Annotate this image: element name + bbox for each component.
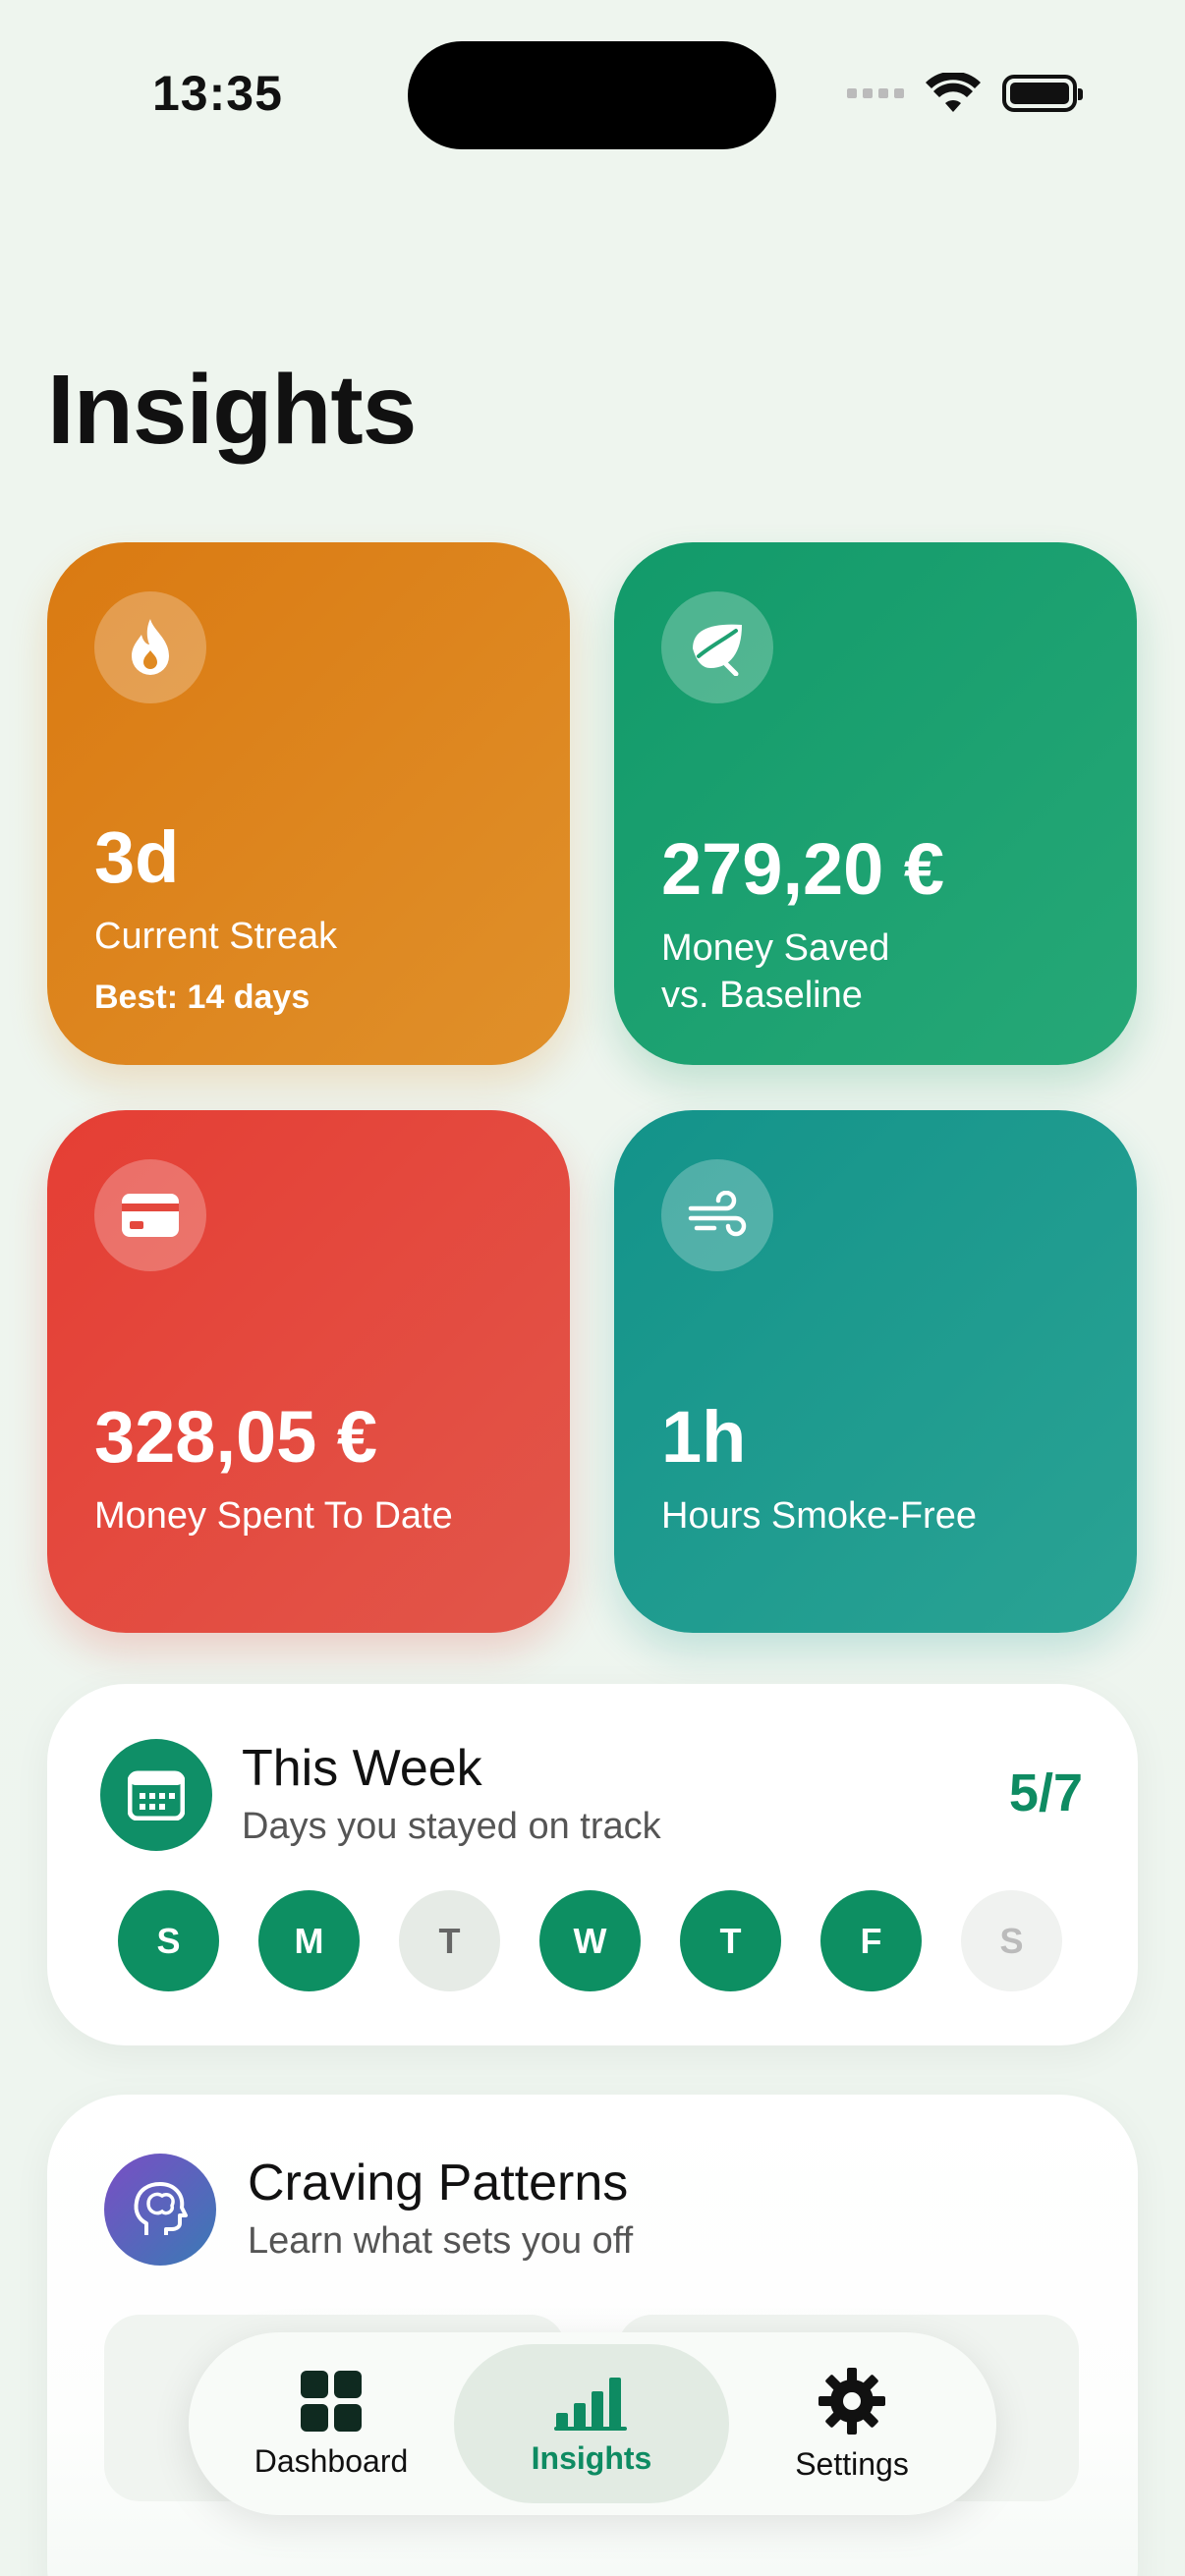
bar-chart-icon — [554, 2377, 627, 2431]
tab-settings-label: Settings — [795, 2445, 909, 2482]
page-title: Insights — [47, 355, 417, 465]
brain-head-icon — [104, 2154, 216, 2266]
tab-insights[interactable]: Insights — [454, 2344, 729, 2503]
day-indicator: S — [118, 1890, 219, 1991]
day-indicator: T — [399, 1890, 500, 1991]
calendar-icon — [100, 1739, 212, 1851]
streak-best: Best: 14 days — [94, 979, 310, 1016]
money-saved-value: 279,20 € — [661, 828, 945, 910]
streak-card[interactable]: 3d Current Streak Best: 14 days — [47, 542, 570, 1065]
this-week-title: This Week — [242, 1740, 482, 1797]
credit-card-icon — [94, 1159, 206, 1271]
wifi-icon — [926, 73, 981, 112]
money-spent-card[interactable]: 328,05 € Money Spent To Date — [47, 1110, 570, 1633]
leaf-icon — [661, 591, 773, 703]
this-week-panel[interactable]: This Week Days you stayed on track 5/7 S… — [47, 1684, 1138, 2045]
tab-dashboard[interactable]: Dashboard — [208, 2344, 454, 2503]
money-saved-baseline: vs. Baseline — [661, 975, 863, 1016]
tab-bar: Dashboard Insights Settings — [189, 2332, 996, 2515]
week-count: 5/7 — [1008, 1764, 1083, 1822]
gear-icon — [818, 2367, 885, 2435]
day-indicator: F — [820, 1890, 922, 1991]
hours-value: 1h — [661, 1396, 747, 1478]
tab-dashboard-label: Dashboard — [254, 2442, 409, 2479]
tab-settings[interactable]: Settings — [729, 2344, 975, 2503]
week-days: S M T W T F S — [118, 1890, 1062, 1991]
money-saved-label: Money Saved — [661, 927, 890, 969]
day-indicator: M — [258, 1890, 360, 1991]
screen: 13:35 Insights 3d Current Streak Best: 1… — [0, 0, 1185, 2576]
money-spent-value: 328,05 € — [94, 1396, 378, 1478]
day-indicator: S — [961, 1890, 1062, 1991]
tab-insights-label: Insights — [531, 2439, 652, 2476]
day-indicator: T — [680, 1890, 781, 1991]
money-spent-label: Money Spent To Date — [94, 1495, 453, 1537]
hours-smoke-free-card[interactable]: 1h Hours Smoke-Free — [614, 1110, 1137, 1633]
status-indicators — [847, 69, 1083, 118]
dashboard-grid-icon — [301, 2370, 362, 2432]
streak-label: Current Streak — [94, 916, 338, 957]
day-indicator: W — [539, 1890, 641, 1991]
cellular-signal-icon — [847, 88, 904, 98]
craving-patterns-subtitle: Learn what sets you off — [248, 2220, 634, 2262]
flame-icon — [94, 591, 206, 703]
this-week-subtitle: Days you stayed on track — [242, 1806, 661, 1847]
hours-label: Hours Smoke-Free — [661, 1495, 977, 1537]
status-time: 13:35 — [152, 66, 283, 121]
streak-value: 3d — [94, 816, 180, 898]
wind-icon — [661, 1159, 773, 1271]
dynamic-island — [408, 41, 776, 149]
money-saved-card[interactable]: 279,20 € Money Saved vs. Baseline — [614, 542, 1137, 1065]
battery-icon — [1002, 75, 1083, 112]
craving-patterns-title: Craving Patterns — [248, 2155, 629, 2212]
